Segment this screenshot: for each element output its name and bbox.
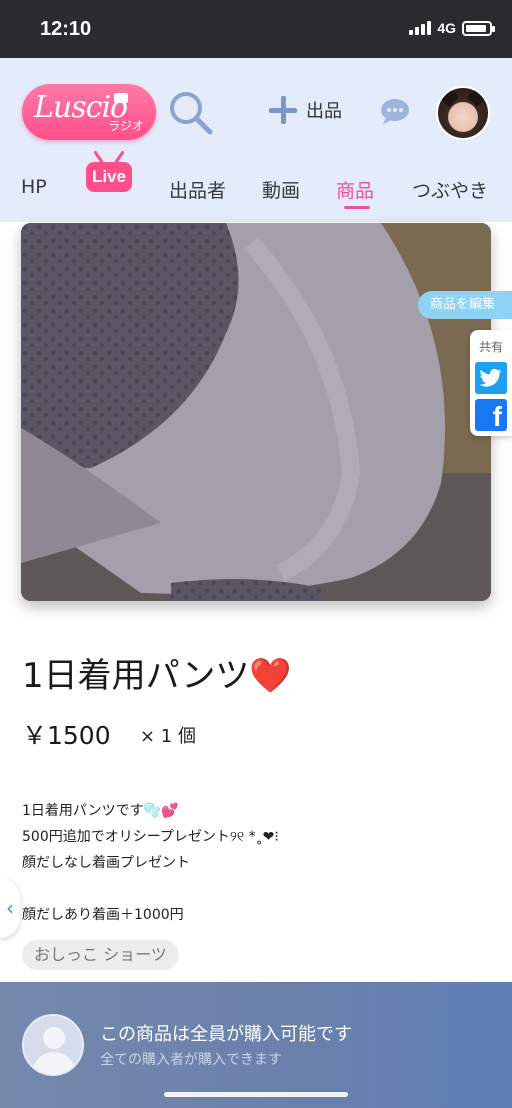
add-listing-button[interactable]: 出品: [268, 94, 342, 126]
nav-sellers[interactable]: 出品者: [169, 176, 226, 203]
plus-icon: [268, 95, 298, 125]
add-listing-label: 出品: [306, 101, 342, 122]
luscio-logo[interactable]: Luscio ラジオ: [22, 84, 156, 140]
facebook-icon[interactable]: f: [475, 399, 507, 432]
network-label: 4G: [437, 20, 456, 36]
signal-icon: [409, 21, 432, 35]
description-line: 500円追加でオリシープレゼント୨୧ *˳❤︎⁝: [22, 829, 279, 845]
nav-products[interactable]: 商品: [336, 176, 374, 203]
product-quantity: × 1 個: [140, 726, 196, 747]
description-line: 1日着用パンツです🫧💕: [22, 803, 179, 819]
share-label: 共有: [479, 340, 504, 354]
nav-tweets[interactable]: つぶやき: [412, 176, 488, 203]
description-line: 顔だしなし着画プレゼント: [22, 855, 190, 871]
home-indicator[interactable]: [164, 1092, 348, 1097]
battery-icon: [462, 20, 495, 36]
description-line: [22, 876, 279, 902]
twitter-icon[interactable]: [475, 362, 507, 394]
user-avatar[interactable]: [436, 86, 490, 140]
product-image[interactable]: [21, 223, 491, 601]
back-chevron-icon[interactable]: ‹: [0, 878, 20, 938]
nav-live[interactable]: Live: [86, 150, 132, 194]
purchase-status-title: この商品は全員が購入可能です: [100, 1024, 352, 1045]
product-description: 1日着用パンツです🫧💕 500円追加でオリシープレゼント୨୧ *˳❤︎⁝ 顔だし…: [22, 798, 279, 928]
nav-hp[interactable]: HP: [21, 176, 47, 198]
buyer-avatar-placeholder-icon: [22, 1014, 84, 1076]
app-header: Luscio ラジオ 出品 HP Live 出品者 動画 商品 つぶやき: [0, 58, 512, 222]
product-price: ￥1500: [22, 721, 111, 750]
nav-active-indicator: [344, 206, 370, 209]
product-tag[interactable]: おしっこ ショーツ: [22, 940, 179, 970]
chat-icon[interactable]: [380, 98, 410, 124]
search-icon[interactable]: [168, 90, 214, 136]
status-icons: 4G: [409, 20, 495, 36]
product-title: 1日着用パンツ❤️: [22, 656, 292, 696]
purchase-status-subtitle: 全ての購入者が購入できます: [100, 1052, 282, 1068]
description-line: 顔だしあり着画＋1000円: [22, 907, 184, 923]
tv-icon: [114, 93, 128, 103]
clock: 12:10: [40, 18, 92, 40]
logo-subtext: ラジオ: [108, 119, 144, 133]
product-photo-garment: [21, 223, 491, 601]
live-badge: Live: [86, 162, 132, 192]
share-panel: 共有 f: [470, 330, 512, 436]
purchase-bar: この商品は全員が購入可能です 全ての購入者が購入できます: [0, 982, 512, 1108]
status-bar: 12:10 4G: [0, 0, 512, 58]
main-nav: HP Live 出品者 動画 商品 つぶやき: [0, 150, 512, 218]
edit-product-button[interactable]: 商品を編集: [418, 291, 512, 319]
nav-videos[interactable]: 動画: [262, 176, 300, 203]
